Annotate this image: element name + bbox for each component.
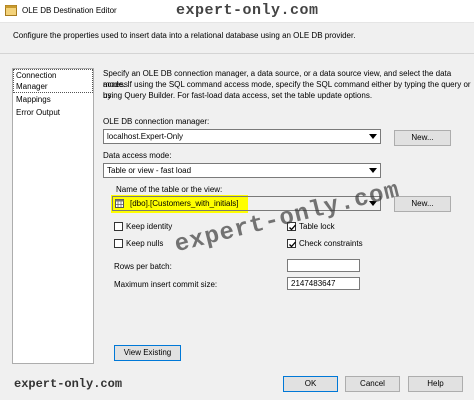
- connection-manager-label: OLE DB connection manager:: [103, 117, 210, 126]
- ok-button[interactable]: OK: [283, 376, 338, 392]
- table-name-label: Name of the table or the view:: [116, 185, 223, 194]
- table-name-value: [dbo].[Customers_with_initials]: [130, 199, 239, 208]
- max-commit-size-input[interactable]: 2147483647: [287, 277, 360, 290]
- rows-per-batch-label: Rows per batch:: [114, 262, 172, 271]
- help-button[interactable]: Help: [408, 376, 463, 392]
- new-table-button[interactable]: New...: [394, 196, 451, 212]
- max-commit-size-label: Maximum insert commit size:: [114, 280, 218, 289]
- keep-nulls-label: Keep nulls: [126, 239, 164, 248]
- table-icon: [115, 199, 124, 208]
- keep-identity-label: Keep identity: [126, 222, 173, 231]
- keep-nulls-checkbox[interactable]: [114, 239, 123, 248]
- check-constraints-checkbox[interactable]: [287, 239, 296, 248]
- data-access-mode-value: Table or view - fast load: [107, 166, 192, 175]
- connection-manager-combo[interactable]: localhost.Expert-Only: [103, 129, 381, 144]
- chevron-down-icon: [369, 134, 377, 139]
- check-constraints-label: Check constraints: [299, 239, 363, 248]
- cancel-button[interactable]: Cancel: [345, 376, 400, 392]
- watermark-bottom: expert-only.com: [14, 377, 123, 391]
- chevron-down-icon: [369, 168, 377, 173]
- nav-item-mappings[interactable]: Mappings: [13, 93, 93, 106]
- intro-line-3: using Query Builder. For fast-load data …: [103, 91, 373, 100]
- page-nav-list: Connection Manager Mappings Error Output: [12, 68, 94, 364]
- keep-identity-checkbox[interactable]: [114, 222, 123, 231]
- title-bar: OLE DB Destination Editor expert-only.co…: [0, 0, 474, 23]
- new-connection-button[interactable]: New...: [394, 130, 451, 146]
- app-icon: [5, 5, 17, 16]
- nav-item-error-output[interactable]: Error Output: [13, 106, 93, 119]
- rows-per-batch-input[interactable]: [287, 259, 360, 272]
- connection-manager-value: localhost.Expert-Only: [107, 132, 184, 141]
- dialog-description: Configure the properties used to insert …: [13, 31, 356, 40]
- window-title: OLE DB Destination Editor: [22, 6, 117, 15]
- watermark-top: expert-only.com: [176, 2, 319, 19]
- view-existing-button[interactable]: View Existing: [114, 345, 181, 361]
- data-access-mode-combo[interactable]: Table or view - fast load: [103, 163, 381, 178]
- nav-item-connection-manager[interactable]: Connection Manager: [13, 69, 93, 93]
- data-access-mode-label: Data access mode:: [103, 151, 172, 160]
- divider: [0, 53, 474, 54]
- checkmark-icon: [289, 241, 296, 248]
